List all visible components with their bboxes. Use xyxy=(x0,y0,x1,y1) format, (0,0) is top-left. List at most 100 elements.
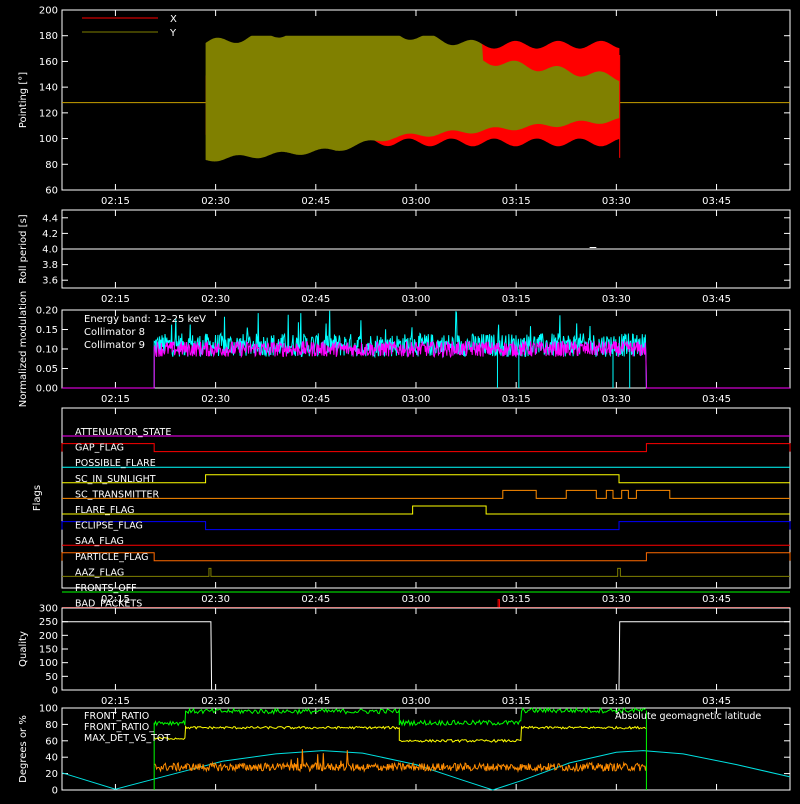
legend-label-X: X xyxy=(170,14,177,25)
flag-particle-flag xyxy=(61,552,791,562)
y-axis-label: Degrees or % xyxy=(18,715,29,783)
y-tick-label: 80 xyxy=(45,720,58,731)
flag-aaz-flag xyxy=(62,567,790,577)
panel-frame-4 xyxy=(61,607,791,691)
flag-gap-flag xyxy=(61,443,791,453)
y-tick-label: 0.00 xyxy=(36,384,58,395)
flag-label-aaz-flag: AAZ_FLAG xyxy=(75,567,124,578)
x-tick-label: 02:15 xyxy=(101,696,130,707)
y-tick-label: 160 xyxy=(39,57,58,68)
legend-label-Y: Y xyxy=(169,28,177,39)
x-tick-label: 03:15 xyxy=(502,594,531,605)
x-tick-label: 02:45 xyxy=(301,196,330,207)
flag-label-saa-flag: SAA_FLAG xyxy=(75,536,124,547)
x-tick-label: 02:15 xyxy=(101,196,130,207)
flag-label-particle-flag: PARTICLE_FLAG xyxy=(75,552,148,563)
x-tick-label: 03:00 xyxy=(402,594,431,605)
x-tick-label: 02:45 xyxy=(301,394,330,405)
x-tick-label: 03:45 xyxy=(702,394,731,405)
y-tick-label: 0.20 xyxy=(36,306,58,317)
flag-label-sc-transmitter: SC_TRANSMITTER xyxy=(75,489,160,500)
y-tick-label: 180 xyxy=(39,31,58,42)
y-tick-label: 60 xyxy=(45,186,58,197)
x-tick-label: 03:15 xyxy=(502,394,531,405)
x-tick-label: 02:30 xyxy=(201,294,230,305)
y-axis-label: Flags xyxy=(32,485,43,511)
flag-sc-transmitter xyxy=(62,489,790,499)
y-tick-label: 200 xyxy=(39,6,58,17)
x-tick-label: 03:15 xyxy=(502,696,531,707)
flag-label-attenuator-state: ATTENUATOR_STATE xyxy=(75,427,171,438)
legend-label-front-ratio-: FRONT_RATIO_ xyxy=(84,722,154,733)
x-tick-label: 03:45 xyxy=(702,196,731,207)
x-tick-label: 02:30 xyxy=(201,394,230,405)
legend-label-collimator-9: Collimator 9 xyxy=(84,340,145,351)
y-tick-label: 4.0 xyxy=(42,245,58,256)
energy-band-label: Energy band: 12–25 keV xyxy=(84,314,206,325)
plot-canvas: 02:15 02:30 02:45 03:00 03:15 03:30 03:45 60 80 1… xyxy=(18,6,791,797)
x-tick-label: 02:45 xyxy=(301,294,330,305)
x-tick-label: 03:30 xyxy=(602,196,631,207)
flag-label-sc-in-sunlight: SC_IN_SUNLIGHT xyxy=(75,474,156,485)
y-tick-label: 4.2 xyxy=(42,229,58,240)
legend-label-front-ratio: FRONT_RATIO xyxy=(84,711,149,722)
series-front-ratio xyxy=(153,725,647,743)
legend-label-max-det-vs-tot: MAX_DET_VS_TOT xyxy=(84,733,170,744)
x-tick-label: 02:45 xyxy=(301,594,330,605)
flag-label-eclipse-flag: ECLIPSE_FLAG xyxy=(75,521,143,532)
x-tick-label: 02:45 xyxy=(301,696,330,707)
x-tick-label: 03:00 xyxy=(402,196,431,207)
x-tick-label: 03:15 xyxy=(502,196,531,207)
flag-label-flare-flag: FLARE_FLAG xyxy=(75,505,135,516)
y-tick-label: 100 xyxy=(39,704,58,715)
y-tick-label: 60 xyxy=(45,736,58,747)
y-tick-label: 20 xyxy=(45,769,58,780)
y-tick-label: 250 xyxy=(39,617,58,628)
x-tick-label: 03:30 xyxy=(602,294,631,305)
x-tick-label: 02:15 xyxy=(101,294,130,305)
x-tick-label: 03:15 xyxy=(502,294,531,305)
y-tick-label: 0 xyxy=(52,786,58,797)
y-tick-label: 4.4 xyxy=(42,213,58,224)
y-tick-label: 0.10 xyxy=(36,345,58,356)
x-tick-label: 02:30 xyxy=(201,196,230,207)
flag-label-gap-flag: GAP_FLAG xyxy=(75,443,124,454)
y-tick-label: 120 xyxy=(39,108,58,119)
x-tick-label: 03:45 xyxy=(702,594,731,605)
y-tick-label: 100 xyxy=(39,134,58,145)
y-tick-label: 40 xyxy=(45,753,58,764)
x-tick-label: 02:30 xyxy=(201,594,230,605)
y-axis-label: Pointing [°] xyxy=(18,72,29,128)
y-tick-label: 140 xyxy=(39,83,58,94)
flag-sc-in-sunlight xyxy=(62,474,790,484)
legend-label-geomagnetic-latitude: Absolute geomagnetic latitude xyxy=(615,711,761,722)
y-tick-label: 50 xyxy=(45,672,58,683)
legend-label-collimator-8: Collimator 8 xyxy=(84,327,145,338)
flag-eclipse-flag xyxy=(61,521,791,531)
x-tick-label: 02:30 xyxy=(201,696,230,707)
y-tick-label: 0 xyxy=(52,686,58,697)
flag-label-possible-flare: POSSIBLE_FLARE xyxy=(75,458,156,469)
x-tick-label: 03:00 xyxy=(402,394,431,405)
x-tick-label: 03:30 xyxy=(602,594,631,605)
y-tick-label: 3.6 xyxy=(42,276,58,287)
flag-flare-flag xyxy=(62,505,790,515)
x-tick-label: 03:00 xyxy=(402,294,431,305)
y-axis-label: Normalized modulation xyxy=(18,291,29,408)
y-tick-label: 3.8 xyxy=(42,260,58,271)
y-tick-label: 200 xyxy=(39,631,58,642)
y-axis-label: Roll period [s] xyxy=(18,214,29,283)
x-tick-label: 03:45 xyxy=(702,696,731,707)
y-tick-label: 0.05 xyxy=(36,364,58,375)
flag-label-fronts-off: FRONTS_OFF xyxy=(75,583,137,594)
x-tick-label: 03:30 xyxy=(602,394,631,405)
y-tick-label: 80 xyxy=(45,160,58,171)
y-axis-label: Quality xyxy=(18,631,29,667)
quality-line xyxy=(62,621,790,691)
y-tick-label: 0.15 xyxy=(36,325,58,336)
y-tick-label: 300 xyxy=(39,604,58,615)
x-tick-label: 03:30 xyxy=(602,696,631,707)
x-tick-label: 02:15 xyxy=(101,394,130,405)
x-tick-label: 03:00 xyxy=(402,696,431,707)
lightcurve-summary-plot: 02:15 02:30 02:45 03:00 03:15 03:30 03:45 60 80 1… xyxy=(0,0,800,800)
